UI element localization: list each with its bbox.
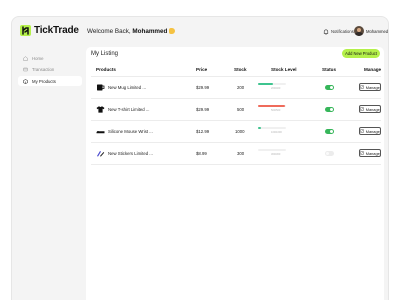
top-bar: TickTrade Welcome Back, Mohammed Notific…: [12, 17, 388, 47]
product-stock: 200: [237, 85, 245, 90]
stock-level-bar: [258, 149, 286, 151]
welcome-user-name: Mohammed: [132, 28, 168, 35]
stock-level-fill: [258, 105, 285, 107]
sidebar: Home Transaction My Products: [18, 53, 82, 88]
mouse-wrist-image: [96, 131, 105, 134]
manage-button[interactable]: Manage: [359, 149, 381, 157]
toggle-knob: [325, 151, 330, 156]
table-row: Silicone Mouse Wrist ... $12.99 1000 100…: [86, 121, 384, 142]
table-row: New T-shirt Limited ... $29.99 500 500/5…: [86, 99, 384, 120]
manage-button[interactable]: Manage: [359, 83, 381, 91]
stock-level-bar: [258, 127, 286, 129]
table-row: New Stickers Limited ... $8.99 300 300/3…: [86, 143, 384, 164]
stock-level-fill: [258, 83, 274, 85]
column-header-manage[interactable]: Manage: [364, 67, 381, 72]
column-header-price[interactable]: Price: [196, 67, 207, 72]
sidebar-item-transaction[interactable]: Transaction: [18, 65, 82, 75]
status-toggle[interactable]: [325, 129, 334, 134]
status-toggle[interactable]: [325, 107, 334, 112]
products-icon: [23, 78, 28, 84]
product-price: $8.99: [196, 151, 207, 156]
add-new-product-button[interactable]: Add New Product: [342, 49, 380, 58]
table-row: New Mug Limited ... $29.99 200 200/400 M…: [86, 77, 384, 98]
stock-level-caption: 500/500: [271, 109, 281, 112]
transaction-icon: [23, 67, 28, 72]
toggle-knob: [329, 107, 334, 112]
app-window: TickTrade Welcome Back, Mohammed Notific…: [11, 16, 389, 300]
welcome-prefix: Welcome Back,: [87, 28, 131, 35]
stock-level-caption: 300/300: [271, 153, 281, 156]
status-toggle[interactable]: [325, 151, 334, 156]
manage-button[interactable]: Manage: [359, 127, 381, 135]
manage-label: Manage: [365, 84, 380, 90]
edit-icon: [360, 107, 365, 111]
edit-icon: [360, 151, 365, 155]
product-name[interactable]: New Mug Limited ...: [108, 85, 146, 90]
column-header-stock-level[interactable]: Stock Level: [271, 67, 297, 72]
home-icon: [23, 55, 28, 61]
product-price: $12.99: [196, 129, 210, 134]
sidebar-item-home[interactable]: Home: [18, 53, 82, 63]
product-stock: 300: [237, 151, 245, 156]
status-toggle[interactable]: [325, 85, 334, 90]
product-name[interactable]: New T-shirt Limited ...: [108, 107, 149, 112]
manage-button[interactable]: Manage: [359, 105, 381, 113]
product-price: $29.99: [196, 85, 210, 90]
manage-label: Manage: [365, 106, 380, 112]
tshirt-image: [96, 106, 105, 113]
sidebar-item-my-products[interactable]: My Products: [18, 76, 82, 86]
bell-icon[interactable]: [323, 29, 329, 35]
product-stock: 1000: [235, 129, 245, 134]
logo[interactable]: TickTrade: [20, 25, 79, 36]
toggle-knob: [329, 85, 334, 90]
notifications-link[interactable]: Notifications: [331, 29, 354, 34]
mug-image: [97, 84, 105, 91]
row-divider: [91, 164, 381, 165]
sidebar-item-label: Transaction: [32, 67, 55, 72]
welcome-message: Welcome Back, Mohammed: [87, 28, 176, 35]
stock-level-caption: 100/1000: [271, 131, 282, 134]
listing-title: My Listing: [91, 51, 119, 57]
stock-level-fill: [258, 127, 262, 129]
sidebar-item-label: Home: [32, 55, 44, 61]
listing-panel: My Listing Add New Product Products Pric…: [86, 47, 384, 300]
product-stock: 500: [237, 107, 245, 112]
column-header-products[interactable]: Products: [96, 67, 116, 72]
manage-label: Manage: [365, 128, 380, 134]
app-name: TickTrade: [34, 25, 79, 36]
sidebar-item-label: My Products: [32, 78, 56, 84]
product-name[interactable]: Silicone Mouse Wrist ...: [108, 129, 153, 134]
wave-emoji-icon: [169, 28, 176, 34]
edit-icon: [360, 129, 365, 133]
logo-icon: [20, 25, 31, 36]
product-price: $29.99: [196, 107, 210, 112]
stickers-image: [97, 151, 105, 157]
user-name[interactable]: Mohammed: [366, 29, 388, 34]
avatar[interactable]: [354, 26, 364, 36]
stock-level-caption: 200/400: [271, 87, 281, 90]
toggle-knob: [329, 129, 334, 134]
manage-label: Manage: [365, 150, 380, 156]
product-name[interactable]: New Stickers Limited ...: [108, 151, 153, 156]
column-header-stock[interactable]: Stock: [234, 67, 247, 72]
stock-level-bar: [258, 83, 286, 85]
edit-icon: [360, 85, 365, 89]
stock-level-bar: [258, 105, 286, 107]
column-header-status[interactable]: Status: [322, 67, 336, 72]
